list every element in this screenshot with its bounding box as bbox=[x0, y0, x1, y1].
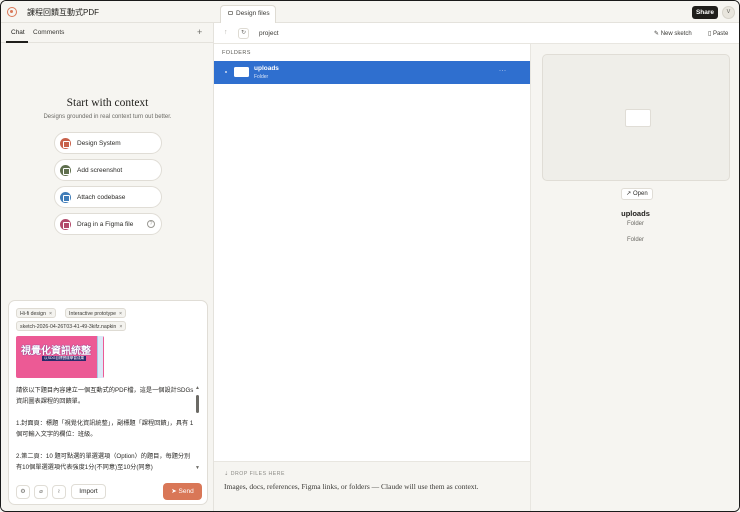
paste-label: Paste bbox=[712, 31, 729, 37]
import-button[interactable]: Import bbox=[71, 484, 106, 499]
codebase-icon bbox=[60, 192, 71, 203]
new-sketch-icon: ✎ bbox=[654, 31, 661, 37]
drop-arrow-icon: ⇣ bbox=[224, 471, 231, 477]
row-handle-icon bbox=[225, 71, 227, 73]
send-icon: ➤ bbox=[171, 488, 179, 495]
chip-hifi-design[interactable]: Hi-fi design × bbox=[16, 308, 56, 318]
tab-design-files[interactable]: Design files bbox=[220, 5, 276, 23]
folder-row-uploads[interactable]: uploads Folder ··· bbox=[214, 61, 530, 84]
thumbnail-side-strip bbox=[97, 336, 103, 378]
voice-icon[interactable]: ≀ bbox=[52, 485, 66, 499]
message-input[interactable]: 請依以下題目內容建立一個互動式的PDF檔，這是一個設計SDGs資訊圖表課程的回饋… bbox=[16, 385, 194, 477]
scroll-thumb[interactable] bbox=[196, 395, 199, 413]
settings-icon[interactable]: ⚙ bbox=[16, 485, 30, 499]
new-sketch-button[interactable]: ✎ New sketch bbox=[654, 30, 692, 37]
attach-icon[interactable]: ⌀ bbox=[34, 485, 48, 499]
help-icon[interactable]: ? bbox=[147, 220, 155, 228]
new-sketch-label: New sketch bbox=[660, 31, 692, 37]
tab-chat[interactable]: Chat bbox=[11, 29, 25, 36]
file-toolbar: ↑ ↻ project ✎ New sketch ▯ Paste bbox=[214, 23, 739, 44]
send-button[interactable]: ➤ Send bbox=[163, 483, 202, 500]
preview-type: Folder bbox=[626, 221, 644, 227]
scroll-down-icon[interactable]: ▼ bbox=[195, 465, 200, 471]
preview-card bbox=[542, 54, 730, 181]
paste-button[interactable]: ▯ Paste bbox=[708, 30, 728, 37]
add-screenshot-button[interactable]: Add screenshot bbox=[54, 159, 162, 181]
folder-name: uploads bbox=[254, 65, 279, 72]
open-external-icon: ↗ bbox=[626, 191, 633, 197]
folder-type: Folder bbox=[254, 74, 269, 80]
chip-label: sketch-2026-04-26T03-41-49-3kifz.napkin bbox=[20, 323, 117, 330]
screenshot-icon bbox=[60, 165, 71, 176]
chat-tabs: Chat Comments + bbox=[1, 23, 214, 43]
message-composer: Hi-fi design × Interactive prototype × ske… bbox=[8, 300, 208, 505]
more-options-icon[interactable]: ··· bbox=[499, 68, 507, 74]
chat-panel: Chat Comments + Start with context Desig… bbox=[1, 23, 214, 511]
user-avatar[interactable]: V bbox=[722, 6, 735, 19]
attach-codebase-label: Attach codebase bbox=[77, 194, 126, 201]
refresh-icon[interactable]: ↻ bbox=[238, 28, 249, 39]
thumbnail-title: 視覺化資訊統整 bbox=[21, 346, 91, 357]
preview-folder-icon bbox=[625, 109, 651, 127]
preview-detail: Folder bbox=[626, 237, 644, 243]
claude-logo-icon[interactable] bbox=[7, 7, 17, 17]
attached-image-thumbnail[interactable]: 視覺化資訊統整 以SDG目標實踐學習成果 bbox=[16, 336, 104, 378]
design-system-label: Design System bbox=[77, 140, 121, 147]
preview-name: uploads bbox=[621, 209, 650, 218]
chip-close-icon[interactable]: × bbox=[49, 311, 52, 317]
up-arrow-icon[interactable]: ↑ bbox=[224, 29, 228, 36]
send-label: Send bbox=[178, 488, 194, 495]
add-screenshot-label: Add screenshot bbox=[77, 167, 123, 174]
top-bar: 課程回饋互動式PDF Design files Share V bbox=[1, 1, 739, 23]
drop-zone-label: ⇣ DROP FILES HERE bbox=[224, 471, 285, 477]
start-subtitle: Designs grounded in real context turn ou… bbox=[43, 114, 172, 120]
drop-zone-label-text: DROP FILES HERE bbox=[230, 471, 285, 477]
figma-file-button[interactable]: Drag in a Figma file ? bbox=[54, 213, 162, 235]
folders-section-label: FOLDERS bbox=[222, 50, 251, 56]
chip-close-icon[interactable]: × bbox=[119, 311, 122, 317]
active-tab-indicator bbox=[6, 41, 28, 43]
project-title[interactable]: 課程回饋互動式PDF bbox=[27, 7, 99, 18]
figma-file-label: Drag in a Figma file bbox=[77, 221, 134, 228]
chip-interactive-prototype[interactable]: Interactive prototype × bbox=[65, 308, 127, 318]
open-button[interactable]: ↗ Open bbox=[621, 188, 653, 200]
chip-close-icon[interactable]: × bbox=[119, 324, 122, 330]
chip-sketch-file[interactable]: sketch-2026-04-26T03-41-49-3kifz.napkin × bbox=[16, 321, 127, 331]
tab-design-files-label: Design files bbox=[236, 10, 270, 17]
add-icon[interactable]: + bbox=[197, 27, 202, 37]
file-tab-icon bbox=[228, 11, 233, 15]
figma-icon bbox=[60, 219, 71, 230]
message-scrollbar[interactable]: ▲ ▼ bbox=[195, 385, 201, 477]
scroll-up-icon[interactable]: ▲ bbox=[195, 385, 200, 391]
chip-label: Interactive prototype bbox=[69, 310, 117, 317]
design-system-icon bbox=[60, 138, 71, 149]
thumbnail-subtitle: 以SDG目標實踐學習成果 bbox=[42, 356, 87, 361]
chip-label: Hi-fi design bbox=[20, 310, 46, 317]
open-label: Open bbox=[633, 191, 648, 197]
breadcrumb[interactable]: project bbox=[259, 30, 279, 37]
tab-comments[interactable]: Comments bbox=[33, 29, 64, 36]
file-browser: ↑ ↻ project ✎ New sketch ▯ Paste FOLDERS… bbox=[214, 23, 739, 461]
drop-zone[interactable]: ⇣ DROP FILES HERE Images, docs, referenc… bbox=[214, 461, 530, 511]
attach-codebase-button[interactable]: Attach codebase bbox=[54, 186, 162, 208]
app-window: 課程回饋互動式PDF Design files Share V Chat Com… bbox=[0, 0, 740, 512]
design-system-button[interactable]: Design System bbox=[54, 132, 162, 154]
start-title: Start with context bbox=[66, 97, 149, 109]
folder-icon bbox=[234, 67, 249, 77]
preview-panel: ↗ Open uploads Folder Folder bbox=[530, 44, 739, 511]
drop-zone-hint: Images, docs, references, Figma links, o… bbox=[224, 482, 479, 491]
share-button[interactable]: Share bbox=[692, 6, 718, 19]
